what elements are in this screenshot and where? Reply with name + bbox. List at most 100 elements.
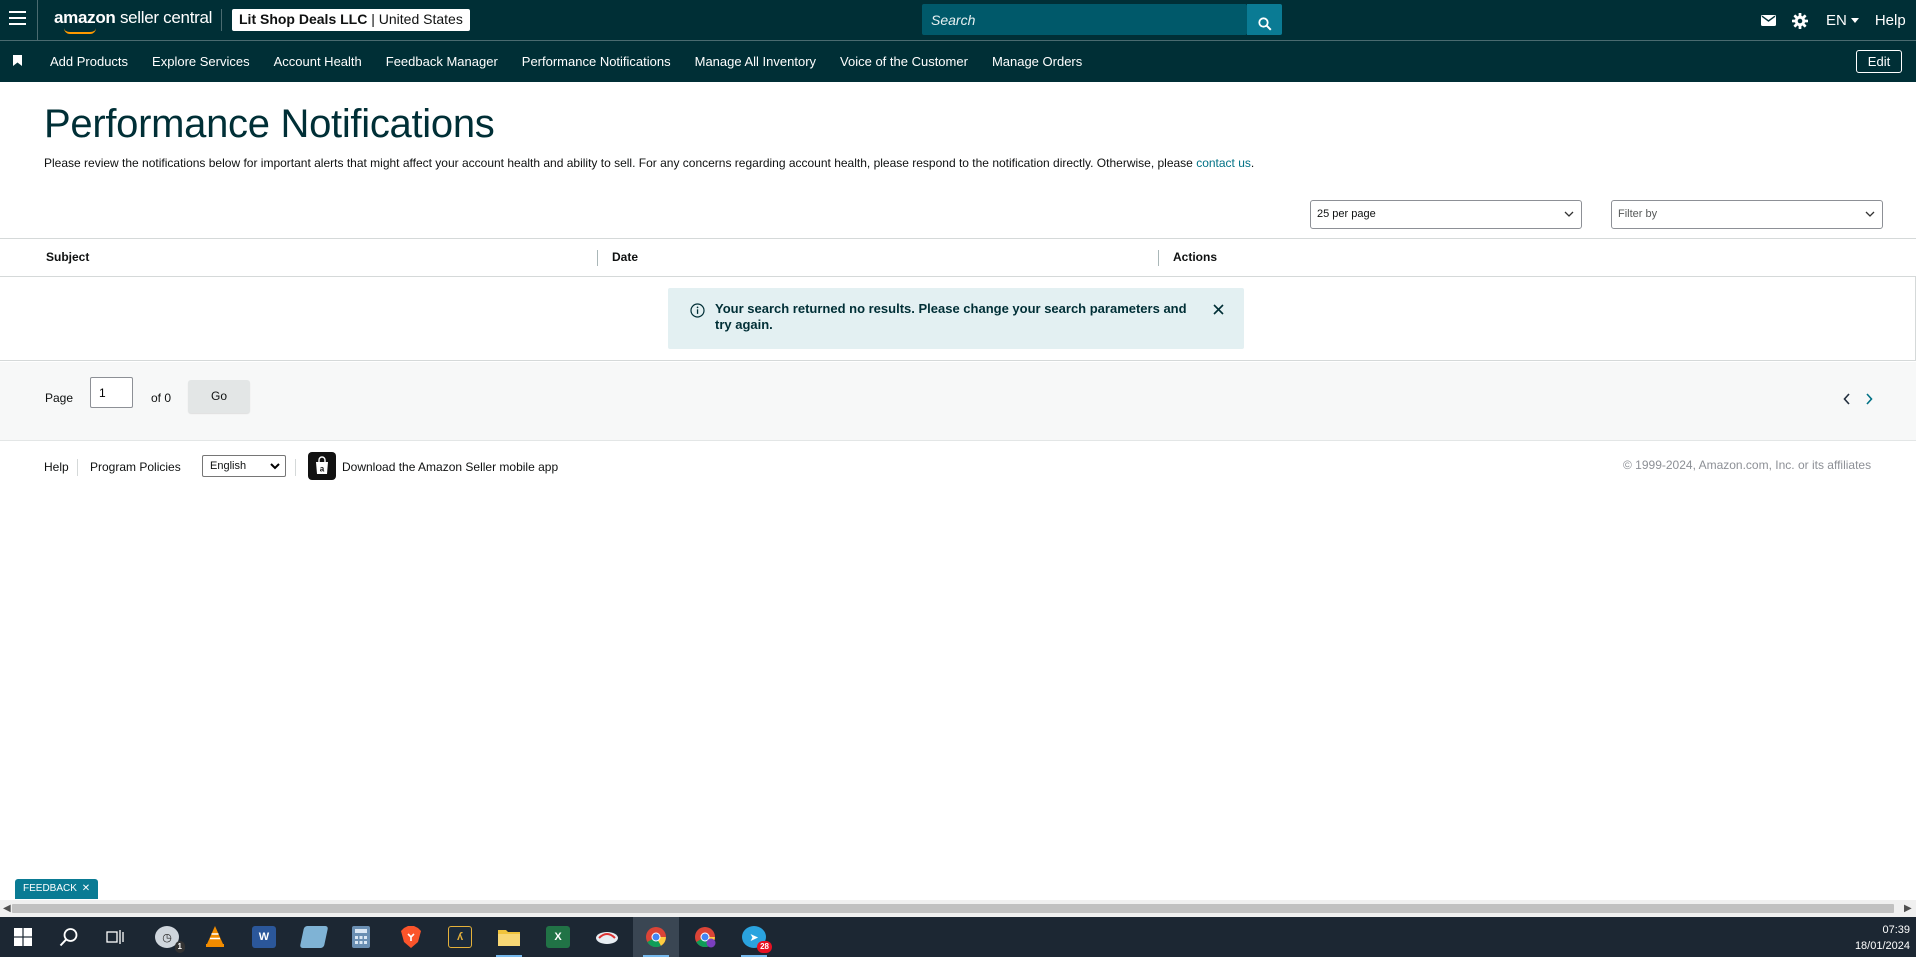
settings-button[interactable] — [1790, 12, 1810, 29]
hamburger-menu-icon[interactable] — [9, 11, 26, 29]
notepad-icon — [299, 926, 329, 948]
close-icon[interactable] — [1213, 304, 1224, 315]
edit-nav-button[interactable]: Edit — [1856, 50, 1902, 73]
nav-items: Add Products Explore Services Account He… — [46, 41, 1102, 82]
feedback-close-icon[interactable]: ✕ — [82, 883, 90, 894]
store-separator: | — [371, 11, 375, 27]
per-page-select[interactable]: 25 per page — [1310, 200, 1582, 229]
notifications-table-body: Your search returned no results. Please … — [0, 277, 1916, 361]
nav-item-manage-orders[interactable]: Manage Orders — [988, 54, 1086, 69]
header-divider — [221, 9, 222, 31]
info-icon — [690, 303, 705, 318]
task-view-icon — [106, 930, 124, 944]
taskbar-brave[interactable] — [388, 917, 434, 957]
taskbar-file-explorer[interactable] — [486, 917, 532, 957]
taskbar-search-button[interactable] — [46, 917, 92, 957]
clock-app-icon: ◷ 1 — [155, 926, 185, 953]
logo-product: seller central — [119, 8, 213, 27]
seller-app-icon[interactable]: a — [308, 452, 336, 480]
nav-item-explore-services[interactable]: Explore Services — [148, 54, 254, 69]
taskbar-excel[interactable]: X — [535, 917, 581, 957]
taskbar-app[interactable]: ʎ — [437, 917, 483, 957]
mail-icon — [1760, 15, 1776, 26]
footer-language-select[interactable]: English — [202, 455, 286, 477]
taskbar-chrome[interactable] — [633, 917, 679, 957]
shopping-bag-icon: a — [316, 456, 328, 474]
page-total-label: of 0 — [151, 391, 172, 405]
scroll-left-arrow-icon[interactable]: ◀ — [3, 903, 11, 914]
chevron-right-icon[interactable] — [1865, 393, 1873, 405]
nav-item-voice-of-the-customer[interactable]: Voice of the Customer — [836, 54, 972, 69]
feedback-tab[interactable]: FEEDBACK ✕ — [15, 879, 99, 899]
bookmark-icon[interactable] — [13, 55, 22, 66]
horizontal-scrollbar[interactable]: ◀ ▶ — [0, 900, 1916, 917]
scroll-right-arrow-icon[interactable]: ▶ — [1904, 903, 1912, 914]
taskbar-app-cloud[interactable] — [584, 917, 630, 957]
help-link[interactable]: Help — [1875, 12, 1906, 29]
feedback-label: FEEDBACK — [23, 883, 77, 894]
windows-taskbar: ◷ 1 W ʎ X ➤ 28 07:39 18/01/2024 — [0, 917, 1916, 957]
telegram-badge: 28 — [757, 941, 772, 953]
page-title: Performance Notifications — [44, 102, 495, 146]
excel-icon: X — [546, 926, 570, 948]
column-header-date[interactable]: Date — [612, 250, 638, 264]
header-actions: EN Help — [1758, 0, 1906, 41]
page: amazon seller central Lit Shop Deals LLC… — [0, 0, 1916, 957]
taskbar-calculator[interactable] — [338, 917, 384, 957]
amazon-smile-icon — [64, 28, 96, 34]
nav-item-manage-all-inventory[interactable]: Manage All Inventory — [691, 54, 820, 69]
taskbar-clock[interactable]: 07:39 18/01/2024 — [1846, 922, 1910, 954]
footer: Help Program Policies English a Download… — [0, 441, 1916, 491]
search-button[interactable] — [1247, 4, 1282, 35]
taskbar-clock-app[interactable]: ◷ 1 — [144, 917, 190, 957]
language-label: EN — [1826, 12, 1847, 29]
page-intro: Please review the notifications below fo… — [44, 156, 1254, 170]
taskbar-telegram[interactable]: ➤ 28 — [731, 917, 777, 957]
svg-text:a: a — [320, 465, 325, 474]
page-label: Page — [45, 391, 74, 405]
footer-divider — [77, 459, 78, 476]
task-view-button[interactable] — [92, 917, 138, 957]
per-page-value: 25 per page — [1317, 208, 1376, 220]
taskbar-vlc[interactable] — [192, 917, 238, 957]
nav-item-performance-notifications[interactable]: Performance Notifications — [518, 54, 675, 69]
contact-us-link[interactable]: contact us — [1196, 156, 1251, 170]
app-icon: ʎ — [448, 926, 472, 948]
seller-central-logo[interactable]: amazon seller central — [54, 8, 213, 34]
clock-app-badge: 1 — [174, 941, 185, 953]
nav-item-account-health[interactable]: Account Health — [270, 54, 366, 69]
filter-by-select[interactable]: Filter by — [1611, 200, 1883, 229]
word-icon: W — [252, 926, 276, 948]
chevron-down-icon — [1865, 211, 1875, 217]
store-name: Lit Shop Deals LLC — [239, 11, 368, 27]
start-button[interactable] — [0, 917, 46, 957]
chevron-down-icon — [1564, 211, 1574, 217]
logo-brand: amazon — [54, 8, 116, 27]
windows-icon — [14, 928, 32, 946]
notifications-table-header: Subject Date Actions — [0, 238, 1916, 277]
page-number-input[interactable] — [90, 377, 133, 408]
footer-divider — [295, 459, 296, 476]
nav-item-feedback-manager[interactable]: Feedback Manager — [382, 54, 502, 69]
caret-down-icon — [1850, 18, 1859, 23]
no-results-alert: Your search returned no results. Please … — [668, 288, 1244, 349]
store-switcher[interactable]: Lit Shop Deals LLC | United States — [232, 9, 470, 31]
intro-end: . — [1250, 156, 1255, 170]
language-selector[interactable]: EN — [1826, 12, 1859, 29]
taskbar-word[interactable]: W — [241, 917, 287, 957]
column-header-subject[interactable]: Subject — [46, 250, 89, 264]
chevron-left-icon[interactable] — [1843, 393, 1851, 405]
go-button[interactable]: Go — [188, 380, 250, 413]
search-box — [922, 4, 1247, 35]
footer-program-policies-link[interactable]: Program Policies — [90, 460, 181, 474]
scrollbar-thumb[interactable] — [12, 904, 1894, 913]
footer-help-link[interactable]: Help — [44, 460, 69, 474]
nav-item-add-products[interactable]: Add Products — [46, 54, 132, 69]
download-app-link[interactable]: Download the Amazon Seller mobile app — [342, 460, 558, 474]
column-header-actions: Actions — [1173, 250, 1218, 264]
search-input[interactable] — [922, 4, 1247, 35]
chevron-down-icon — [270, 463, 280, 470]
taskbar-chrome-profile[interactable] — [682, 917, 728, 957]
messages-button[interactable] — [1758, 15, 1778, 26]
taskbar-notepad[interactable] — [291, 917, 337, 957]
